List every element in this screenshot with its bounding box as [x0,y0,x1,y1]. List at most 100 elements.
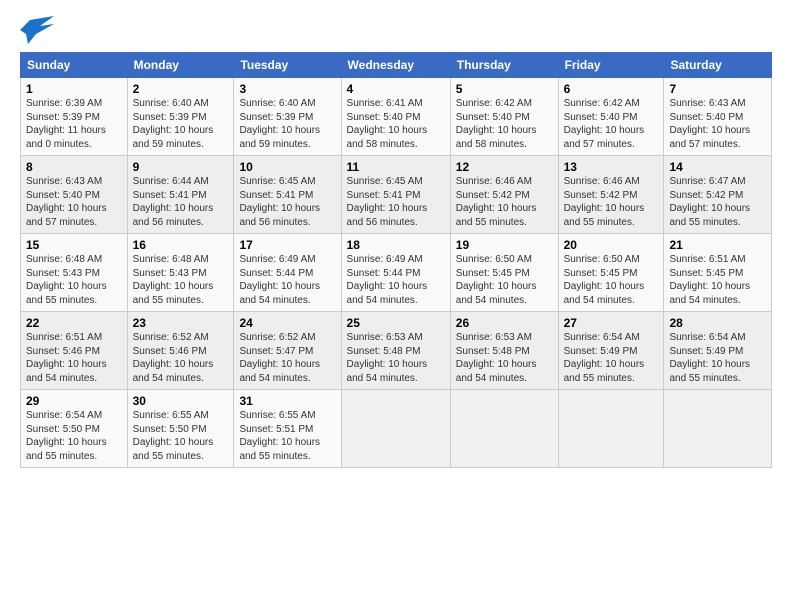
day-cell: 14Sunrise: 6:47 AM Sunset: 5:42 PM Dayli… [664,156,772,234]
day-cell: 28Sunrise: 6:54 AM Sunset: 5:49 PM Dayli… [664,312,772,390]
day-info: Sunrise: 6:45 AM Sunset: 5:41 PM Dayligh… [239,175,335,229]
day-info: Sunrise: 6:40 AM Sunset: 5:39 PM Dayligh… [239,97,335,151]
day-cell: 19Sunrise: 6:50 AM Sunset: 5:45 PM Dayli… [450,234,558,312]
day-number: 23 [133,316,229,330]
day-number: 5 [456,82,553,96]
day-number: 19 [456,238,553,252]
day-info: Sunrise: 6:42 AM Sunset: 5:40 PM Dayligh… [456,97,553,151]
day-cell: 9Sunrise: 6:44 AM Sunset: 5:41 PM Daylig… [127,156,234,234]
header [20,16,772,44]
day-info: Sunrise: 6:51 AM Sunset: 5:45 PM Dayligh… [669,253,766,307]
day-cell: 15Sunrise: 6:48 AM Sunset: 5:43 PM Dayli… [21,234,128,312]
day-number: 29 [26,394,122,408]
day-info: Sunrise: 6:40 AM Sunset: 5:39 PM Dayligh… [133,97,229,151]
header-cell-tuesday: Tuesday [234,53,341,78]
day-cell: 17Sunrise: 6:49 AM Sunset: 5:44 PM Dayli… [234,234,341,312]
day-cell: 31Sunrise: 6:55 AM Sunset: 5:51 PM Dayli… [234,390,341,468]
day-info: Sunrise: 6:48 AM Sunset: 5:43 PM Dayligh… [133,253,229,307]
day-number: 24 [239,316,335,330]
header-cell-friday: Friday [558,53,664,78]
day-cell: 24Sunrise: 6:52 AM Sunset: 5:47 PM Dayli… [234,312,341,390]
day-number: 9 [133,160,229,174]
logo [20,16,56,44]
day-number: 21 [669,238,766,252]
day-number: 26 [456,316,553,330]
day-info: Sunrise: 6:48 AM Sunset: 5:43 PM Dayligh… [26,253,122,307]
day-info: Sunrise: 6:49 AM Sunset: 5:44 PM Dayligh… [347,253,445,307]
main-container: SundayMondayTuesdayWednesdayThursdayFrid… [0,0,792,478]
day-number: 16 [133,238,229,252]
day-cell: 21Sunrise: 6:51 AM Sunset: 5:45 PM Dayli… [664,234,772,312]
day-info: Sunrise: 6:51 AM Sunset: 5:46 PM Dayligh… [26,331,122,385]
day-info: Sunrise: 6:50 AM Sunset: 5:45 PM Dayligh… [456,253,553,307]
day-info: Sunrise: 6:53 AM Sunset: 5:48 PM Dayligh… [347,331,445,385]
week-row-4: 22Sunrise: 6:51 AM Sunset: 5:46 PM Dayli… [21,312,772,390]
day-number: 30 [133,394,229,408]
calendar-table: SundayMondayTuesdayWednesdayThursdayFrid… [20,52,772,468]
day-cell: 18Sunrise: 6:49 AM Sunset: 5:44 PM Dayli… [341,234,450,312]
header-cell-saturday: Saturday [664,53,772,78]
day-cell: 4Sunrise: 6:41 AM Sunset: 5:40 PM Daylig… [341,78,450,156]
week-row-3: 15Sunrise: 6:48 AM Sunset: 5:43 PM Dayli… [21,234,772,312]
week-row-1: 1Sunrise: 6:39 AM Sunset: 5:39 PM Daylig… [21,78,772,156]
day-info: Sunrise: 6:54 AM Sunset: 5:49 PM Dayligh… [564,331,659,385]
day-info: Sunrise: 6:45 AM Sunset: 5:41 PM Dayligh… [347,175,445,229]
day-cell: 23Sunrise: 6:52 AM Sunset: 5:46 PM Dayli… [127,312,234,390]
day-info: Sunrise: 6:55 AM Sunset: 5:50 PM Dayligh… [133,409,229,463]
day-number: 10 [239,160,335,174]
header-cell-monday: Monday [127,53,234,78]
day-number: 3 [239,82,335,96]
day-info: Sunrise: 6:41 AM Sunset: 5:40 PM Dayligh… [347,97,445,151]
day-cell: 25Sunrise: 6:53 AM Sunset: 5:48 PM Dayli… [341,312,450,390]
day-number: 31 [239,394,335,408]
day-info: Sunrise: 6:46 AM Sunset: 5:42 PM Dayligh… [456,175,553,229]
day-cell: 22Sunrise: 6:51 AM Sunset: 5:46 PM Dayli… [21,312,128,390]
day-cell [664,390,772,468]
logo-bird-icon [20,16,54,44]
day-info: Sunrise: 6:42 AM Sunset: 5:40 PM Dayligh… [564,97,659,151]
day-number: 6 [564,82,659,96]
day-number: 20 [564,238,659,252]
day-number: 22 [26,316,122,330]
day-info: Sunrise: 6:44 AM Sunset: 5:41 PM Dayligh… [133,175,229,229]
day-info: Sunrise: 6:52 AM Sunset: 5:47 PM Dayligh… [239,331,335,385]
day-cell: 1Sunrise: 6:39 AM Sunset: 5:39 PM Daylig… [21,78,128,156]
calendar-header: SundayMondayTuesdayWednesdayThursdayFrid… [21,53,772,78]
day-cell: 30Sunrise: 6:55 AM Sunset: 5:50 PM Dayli… [127,390,234,468]
day-info: Sunrise: 6:53 AM Sunset: 5:48 PM Dayligh… [456,331,553,385]
day-cell: 6Sunrise: 6:42 AM Sunset: 5:40 PM Daylig… [558,78,664,156]
day-info: Sunrise: 6:47 AM Sunset: 5:42 PM Dayligh… [669,175,766,229]
day-info: Sunrise: 6:39 AM Sunset: 5:39 PM Dayligh… [26,97,122,151]
day-number: 15 [26,238,122,252]
day-number: 12 [456,160,553,174]
week-row-5: 29Sunrise: 6:54 AM Sunset: 5:50 PM Dayli… [21,390,772,468]
day-cell: 20Sunrise: 6:50 AM Sunset: 5:45 PM Dayli… [558,234,664,312]
day-number: 27 [564,316,659,330]
day-cell [558,390,664,468]
day-cell: 16Sunrise: 6:48 AM Sunset: 5:43 PM Dayli… [127,234,234,312]
day-number: 14 [669,160,766,174]
day-cell: 2Sunrise: 6:40 AM Sunset: 5:39 PM Daylig… [127,78,234,156]
day-cell: 5Sunrise: 6:42 AM Sunset: 5:40 PM Daylig… [450,78,558,156]
day-number: 7 [669,82,766,96]
day-number: 17 [239,238,335,252]
day-cell: 13Sunrise: 6:46 AM Sunset: 5:42 PM Dayli… [558,156,664,234]
header-cell-sunday: Sunday [21,53,128,78]
day-info: Sunrise: 6:50 AM Sunset: 5:45 PM Dayligh… [564,253,659,307]
day-info: Sunrise: 6:49 AM Sunset: 5:44 PM Dayligh… [239,253,335,307]
day-number: 11 [347,160,445,174]
day-number: 25 [347,316,445,330]
day-info: Sunrise: 6:46 AM Sunset: 5:42 PM Dayligh… [564,175,659,229]
day-cell: 26Sunrise: 6:53 AM Sunset: 5:48 PM Dayli… [450,312,558,390]
day-cell: 29Sunrise: 6:54 AM Sunset: 5:50 PM Dayli… [21,390,128,468]
day-cell: 10Sunrise: 6:45 AM Sunset: 5:41 PM Dayli… [234,156,341,234]
day-number: 28 [669,316,766,330]
day-info: Sunrise: 6:52 AM Sunset: 5:46 PM Dayligh… [133,331,229,385]
header-cell-wednesday: Wednesday [341,53,450,78]
day-cell: 12Sunrise: 6:46 AM Sunset: 5:42 PM Dayli… [450,156,558,234]
header-row: SundayMondayTuesdayWednesdayThursdayFrid… [21,53,772,78]
day-cell: 7Sunrise: 6:43 AM Sunset: 5:40 PM Daylig… [664,78,772,156]
day-cell: 27Sunrise: 6:54 AM Sunset: 5:49 PM Dayli… [558,312,664,390]
day-cell [341,390,450,468]
day-number: 13 [564,160,659,174]
